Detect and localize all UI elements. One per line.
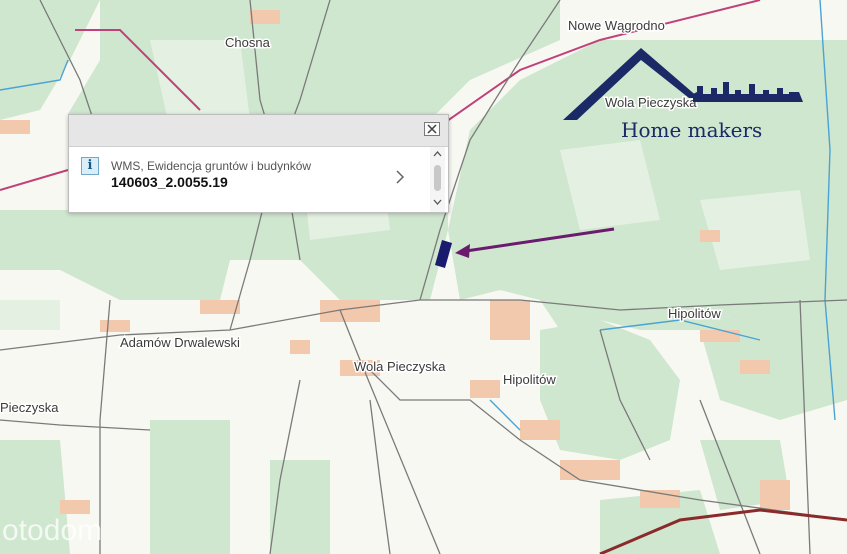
popup-body: i WMS, Ewidencja gruntów i budynków 1406… (69, 147, 448, 212)
label-hipolitow-center: Hipolitów (503, 372, 556, 387)
parcel-id: 140603_2.0055.19 (111, 174, 228, 190)
logo-text: Home makers (621, 118, 763, 142)
close-button[interactable] (424, 122, 440, 136)
chevron-right-icon[interactable] (395, 169, 405, 185)
close-icon (427, 124, 437, 134)
watermark: otodom (2, 514, 103, 547)
scroll-thumb[interactable] (434, 165, 441, 191)
label-wola-pieczyska: Wola Pieczyska (354, 359, 446, 374)
label-nowe-wagrodno: Nowe Wągrodno (568, 18, 665, 33)
label-pieczyska-west: Pieczyska (0, 400, 59, 415)
label-chosna: Chosna (225, 35, 271, 50)
layer-name: WMS, Ewidencja gruntów i budynków (111, 159, 312, 173)
popup-scrollbar[interactable] (430, 147, 445, 212)
popup-header (69, 115, 448, 147)
info-icon: i (81, 157, 99, 175)
feature-info-popup: i WMS, Ewidencja gruntów i budynków 1406… (68, 114, 449, 213)
label-hipolitow-east: Hipolitów (668, 306, 721, 321)
label-adamow-drwalewski: Adamów Drwalewski (120, 335, 240, 350)
